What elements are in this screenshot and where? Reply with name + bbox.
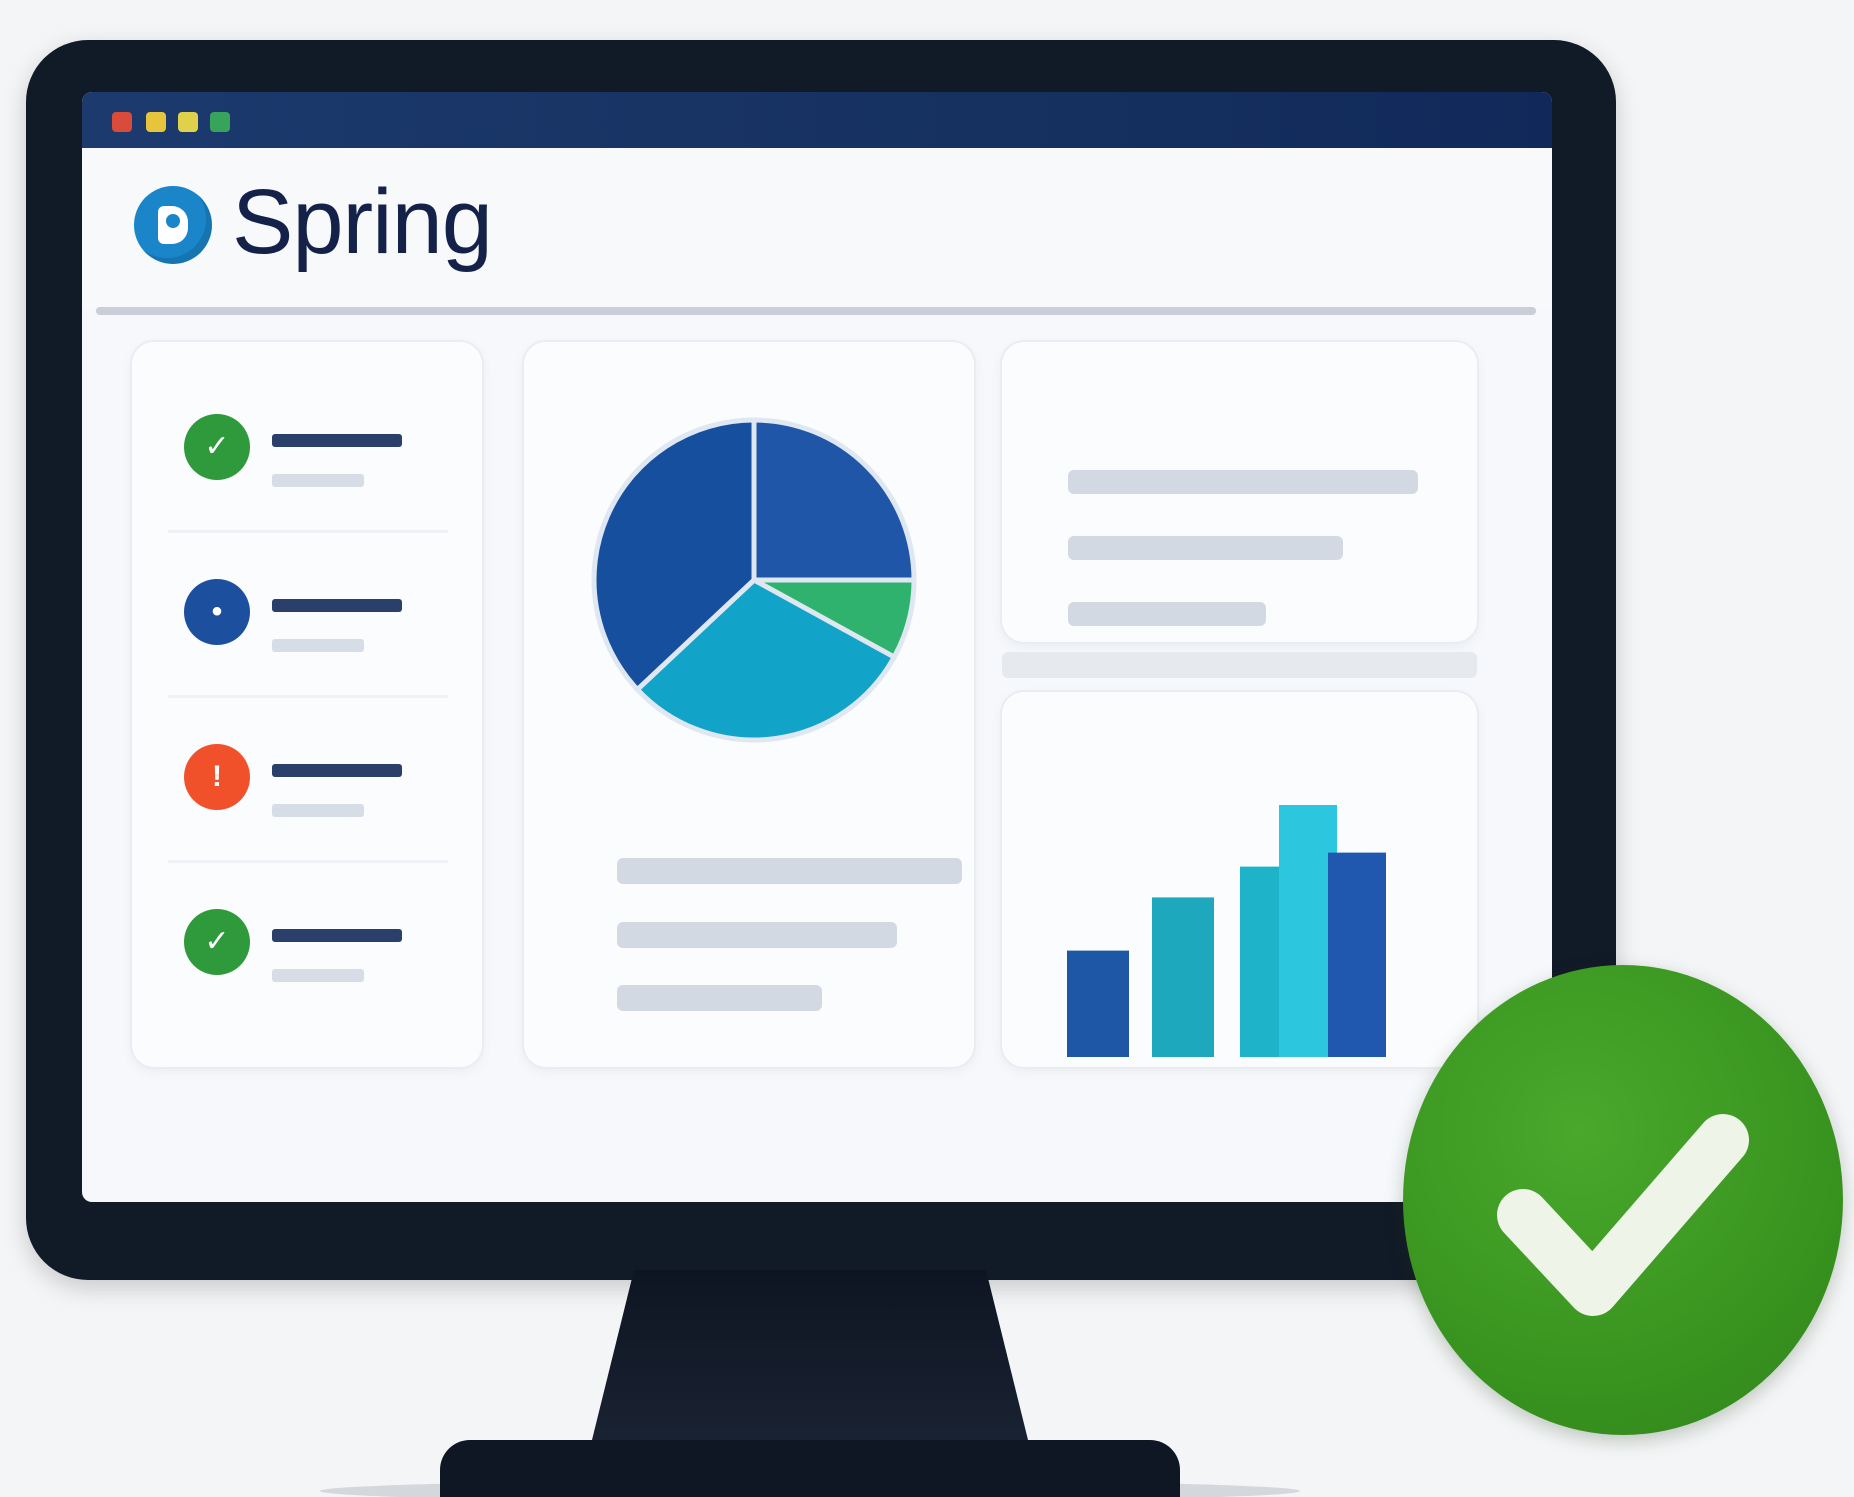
bar (1328, 852, 1386, 1057)
monitor-stand-neck (590, 1270, 1030, 1448)
bar (1067, 950, 1129, 1057)
illustration: Spring ✓ • ! ✓ (0, 0, 1854, 1497)
bar (1152, 897, 1214, 1057)
monitor-stand-base (440, 1440, 1180, 1497)
monitor: Spring ✓ • ! ✓ (26, 40, 1616, 1280)
bar-chart (1067, 805, 1386, 1057)
check-icon (1497, 1114, 1749, 1316)
success-badge (1403, 965, 1843, 1435)
app-window: Spring ✓ • ! ✓ (82, 92, 1552, 1202)
